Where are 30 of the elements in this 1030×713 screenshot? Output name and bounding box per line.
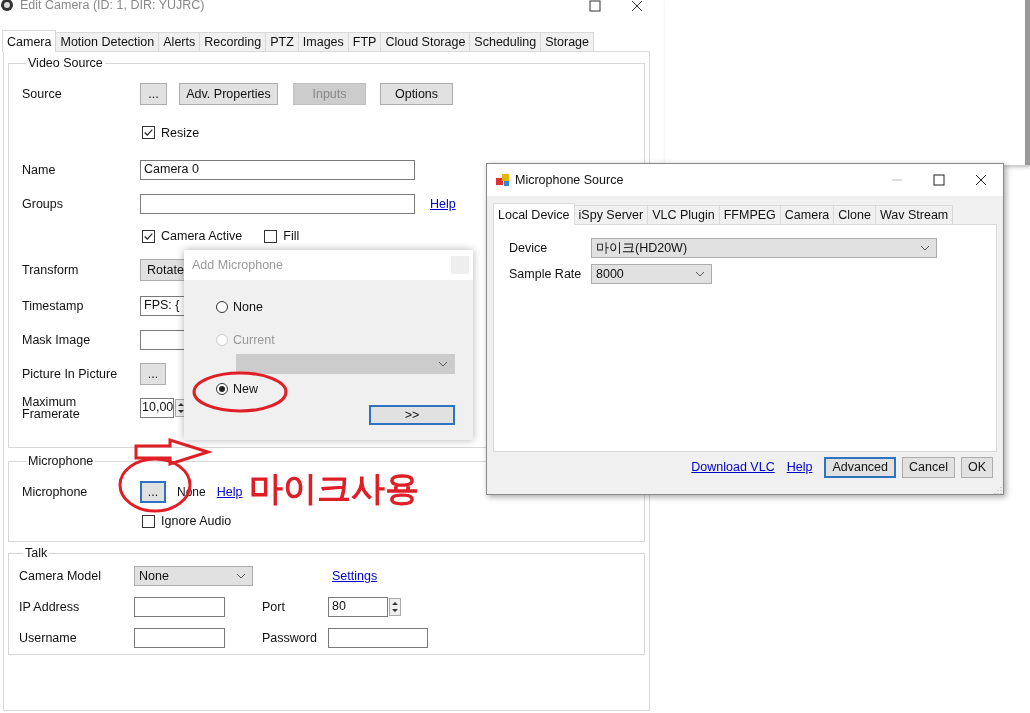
field-label: Password <box>261 630 318 645</box>
radio-label: None <box>233 300 263 314</box>
field-label: Maximum Framerate <box>22 396 81 420</box>
radio-label: Current <box>233 333 275 347</box>
field-label: Port <box>261 599 286 614</box>
dialog-title: Add Microphone <box>192 258 284 272</box>
field-label: Picture In Picture <box>22 367 119 381</box>
group-title: Microphone <box>27 454 95 468</box>
field-label: Groups <box>22 197 64 211</box>
field-label: IP Address <box>19 599 81 614</box>
field-label: Camera Model <box>19 568 102 583</box>
radio-label: New <box>233 382 258 396</box>
field-label: Microphone <box>22 485 89 499</box>
window-title: Edit Camera (ID: 1, DIR: YUJRC) <box>20 0 205 12</box>
field-label: Source <box>22 87 63 101</box>
field-label: Sample Rate <box>509 267 583 281</box>
group-title: Talk <box>24 546 49 560</box>
field-label: Name <box>22 163 57 177</box>
field-label: Username <box>19 630 78 645</box>
field-label: Timestamp <box>22 299 85 313</box>
field-label: Device <box>509 241 549 255</box>
checkbox-label: Fill <box>283 229 300 243</box>
window-title: Microphone Source <box>515 173 624 187</box>
group-title: Video Source <box>27 56 104 70</box>
checkbox-label: Camera Active <box>161 229 243 243</box>
field-label: Transform <box>22 263 80 277</box>
checkbox-label: Ignore Audio <box>161 514 232 528</box>
annotation-text: 마이크사용 <box>249 468 419 509</box>
checkbox-label: Resize <box>161 125 200 140</box>
field-label: Mask Image <box>22 333 92 347</box>
